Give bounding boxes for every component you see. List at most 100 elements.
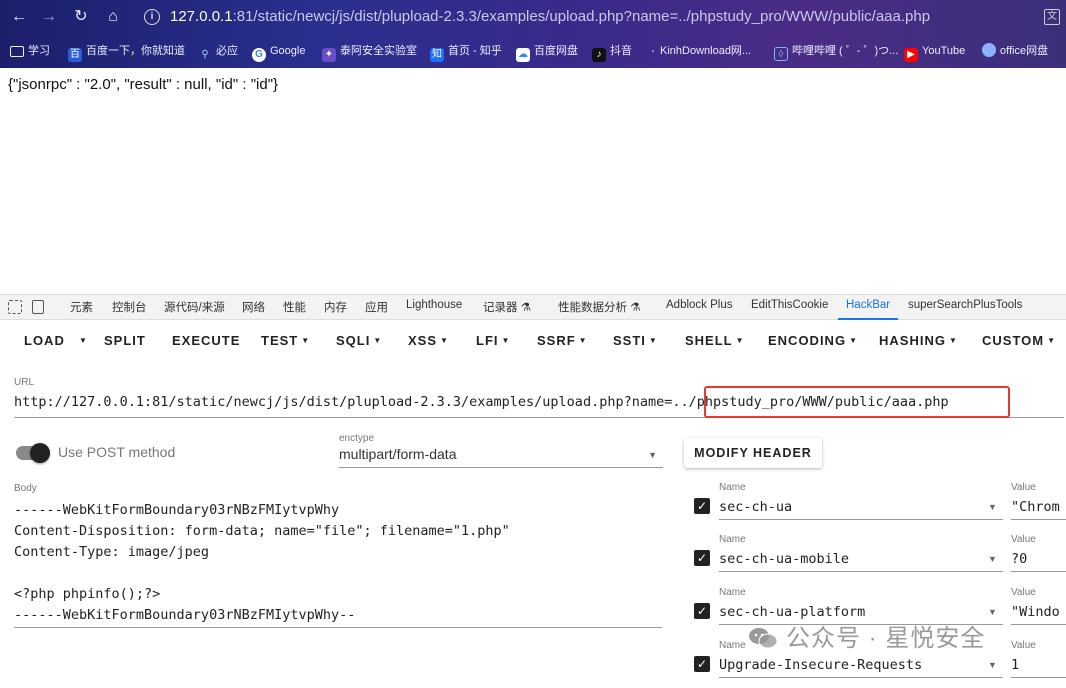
devtools-tab[interactable]: 记录器 ⚗ [483, 299, 531, 315]
bookmark-label: 首页 - 知乎 [448, 45, 502, 57]
custom-menu[interactable]: CUSTOM ▼ [982, 333, 1056, 348]
header-name-label: Name [719, 640, 746, 651]
douyin-icon: ♪ [592, 48, 606, 62]
menu-label: CUSTOM [982, 333, 1045, 348]
devtools-tab-bar: 元素 控制台 源代码/来源 网络 性能 内存 应用 Lighthouse 记录器… [0, 294, 1066, 320]
test-menu[interactable]: TEST ▼ [261, 333, 310, 348]
xss-menu[interactable]: XSS ▼ [408, 333, 449, 348]
menu-label: LOAD [24, 333, 65, 348]
wechat-icon [749, 628, 778, 649]
header-value-input[interactable]: "Windo [1011, 599, 1066, 625]
shell-menu[interactable]: SHELL ▼ [685, 333, 745, 348]
bookmark-item[interactable]: ☁ 百度网盘 [516, 42, 578, 62]
bookmark-label: YouTube [922, 45, 966, 57]
bookmark-item[interactable]: ⚲ 必应 [198, 42, 238, 60]
bookmark-label: Google [270, 45, 306, 57]
back-arrow-icon[interactable]: ← [8, 6, 30, 28]
bookmark-item[interactable]: ' KinhDownload网... [650, 42, 751, 60]
device-toolbar-icon[interactable] [32, 300, 44, 314]
inspect-element-icon[interactable] [8, 300, 22, 314]
ssrf-menu[interactable]: SSRF ▼ [537, 333, 588, 348]
header-checkbox[interactable]: ✓ [694, 498, 710, 514]
load-dropdown-button[interactable]: ▼ [76, 333, 88, 348]
hackbar-menu: LOAD ▼ SPLIT EXECUTE TEST ▼ SQLI ▼ XSS ▼ LF… [0, 322, 1066, 358]
chevron-down-icon: ▼ [440, 336, 449, 345]
devtools-tab[interactable]: 网络 [242, 299, 265, 315]
devtools-tab[interactable]: superSearchPlusTools [908, 299, 1022, 311]
header-checkbox[interactable]: ✓ [694, 550, 710, 566]
url-host: 127.0.0.1 [170, 8, 233, 25]
chevron-down-icon[interactable]: ▼ [988, 660, 997, 670]
bookmark-item[interactable]: 百百度一下，你就知道 [68, 42, 185, 62]
load-button[interactable]: LOAD [24, 333, 65, 348]
header-name-label: Name [719, 587, 746, 598]
bookmark-label: 哔哩哔哩 ( ゜- ゜)つ... [792, 45, 899, 57]
header-name-input[interactable]: Upgrade-Insecure-Requests [719, 652, 1003, 678]
bookmark-item[interactable]: ♪ 抖音 [592, 42, 632, 62]
bookmark-item[interactable]: office网盘 [982, 42, 1048, 60]
reload-icon[interactable]: ↻ [70, 6, 92, 28]
bookmark-item[interactable]: 学习 [10, 42, 50, 60]
header-value-input[interactable]: 1 [1011, 652, 1066, 678]
devtools-tab[interactable]: 性能 [283, 299, 306, 315]
devtools-tab[interactable]: 源代码/来源 [164, 299, 225, 315]
devtools-tab[interactable]: 内存 [324, 299, 347, 315]
bookmark-item[interactable]: ◊ 哔哩哔哩 ( ゜- ゜)つ... [774, 42, 899, 61]
response-body-text: {"jsonrpc" : "2.0", "result" : null, "id… [8, 76, 279, 93]
bookmark-item[interactable]: 知首页 - 知乎 [430, 42, 502, 62]
menu-label: HASHING [879, 333, 946, 348]
chevron-down-icon: ▼ [373, 336, 383, 345]
sqli-menu[interactable]: SQLI ▼ [336, 333, 382, 348]
bookmark-label: 学习 [28, 45, 50, 57]
toggle-knob[interactable] [30, 443, 50, 463]
devtools-tab[interactable]: Adblock Plus [666, 299, 732, 311]
header-value-input[interactable]: "Chrom [1011, 494, 1066, 520]
chevron-down-icon[interactable]: ▼ [988, 607, 997, 617]
header-checkbox[interactable]: ✓ [694, 603, 710, 619]
active-tab-indicator [838, 318, 898, 320]
site-info-icon[interactable]: i [144, 9, 160, 25]
header-value-input[interactable]: ?0 [1011, 546, 1066, 572]
forward-arrow-icon[interactable]: → [38, 6, 60, 28]
split-button[interactable]: SPLIT [104, 333, 146, 348]
header-value-label: Value [1011, 587, 1036, 598]
header-checkbox[interactable]: ✓ [694, 656, 710, 672]
bookmark-item[interactable]: ▶ YouTube [904, 42, 966, 62]
menu-label: LFI [476, 333, 499, 348]
body-textarea[interactable]: ------WebKitFormBoundary03rNBzFMIytvpWhy… [14, 500, 662, 628]
menu-label: TEST [261, 333, 299, 348]
baidu-icon: 百 [68, 48, 82, 62]
devtools-tab[interactable]: 元素 [70, 299, 93, 315]
header-name-input[interactable]: sec-ch-ua [719, 494, 1003, 520]
devtools-tab[interactable]: EditThisCookie [751, 299, 828, 311]
lfi-menu[interactable]: LFI ▼ [476, 333, 510, 348]
devtools-tab[interactable]: 性能数据分析 ⚗ [558, 299, 641, 315]
encoding-menu[interactable]: ENCODING ▼ [768, 333, 858, 348]
enctype-select[interactable]: multipart/form-data ▼ [339, 446, 663, 468]
execute-button[interactable]: EXECUTE [172, 333, 240, 348]
address-bar-url[interactable]: 127.0.0.1:81/static/newcj/js/dist/pluplo… [170, 8, 930, 25]
menu-label: SHELL [685, 333, 733, 348]
home-icon[interactable]: ⌂ [102, 6, 124, 28]
ssti-menu[interactable]: SSTI ▼ [613, 333, 658, 348]
chevron-down-icon[interactable]: ▼ [988, 554, 997, 564]
tab-hackbar[interactable]: HackBar [846, 299, 890, 311]
devtools-tab[interactable]: 控制台 [112, 299, 147, 315]
bookmark-label: 泰阿安全实验室 [340, 45, 417, 57]
modify-header-button[interactable]: MODIFY HEADER [684, 438, 822, 468]
body-field-label: Body [14, 483, 37, 494]
header-name-input[interactable]: sec-ch-ua-mobile [719, 546, 1003, 572]
chevron-down-icon[interactable]: ▼ [988, 502, 997, 512]
devtools-tab[interactable]: 应用 [365, 299, 388, 315]
hashing-menu[interactable]: HASHING ▼ [879, 333, 958, 348]
chevron-down-icon: ▼ [648, 336, 658, 345]
address-bar[interactable]: i 127.0.0.1:81/static/newcj/js/dist/plup… [136, 4, 1066, 30]
menu-label: ENCODING [768, 333, 847, 348]
bookmark-item[interactable]: ✦ 泰阿安全实验室 [322, 42, 417, 62]
devtools-tab[interactable]: Lighthouse [406, 299, 462, 311]
post-method-label: Use POST method [58, 444, 176, 460]
translate-icon[interactable]: 文 [1044, 9, 1060, 25]
google-icon: G [252, 48, 266, 62]
highlight-box [704, 386, 1010, 418]
bookmark-item[interactable]: G Google [252, 42, 306, 62]
